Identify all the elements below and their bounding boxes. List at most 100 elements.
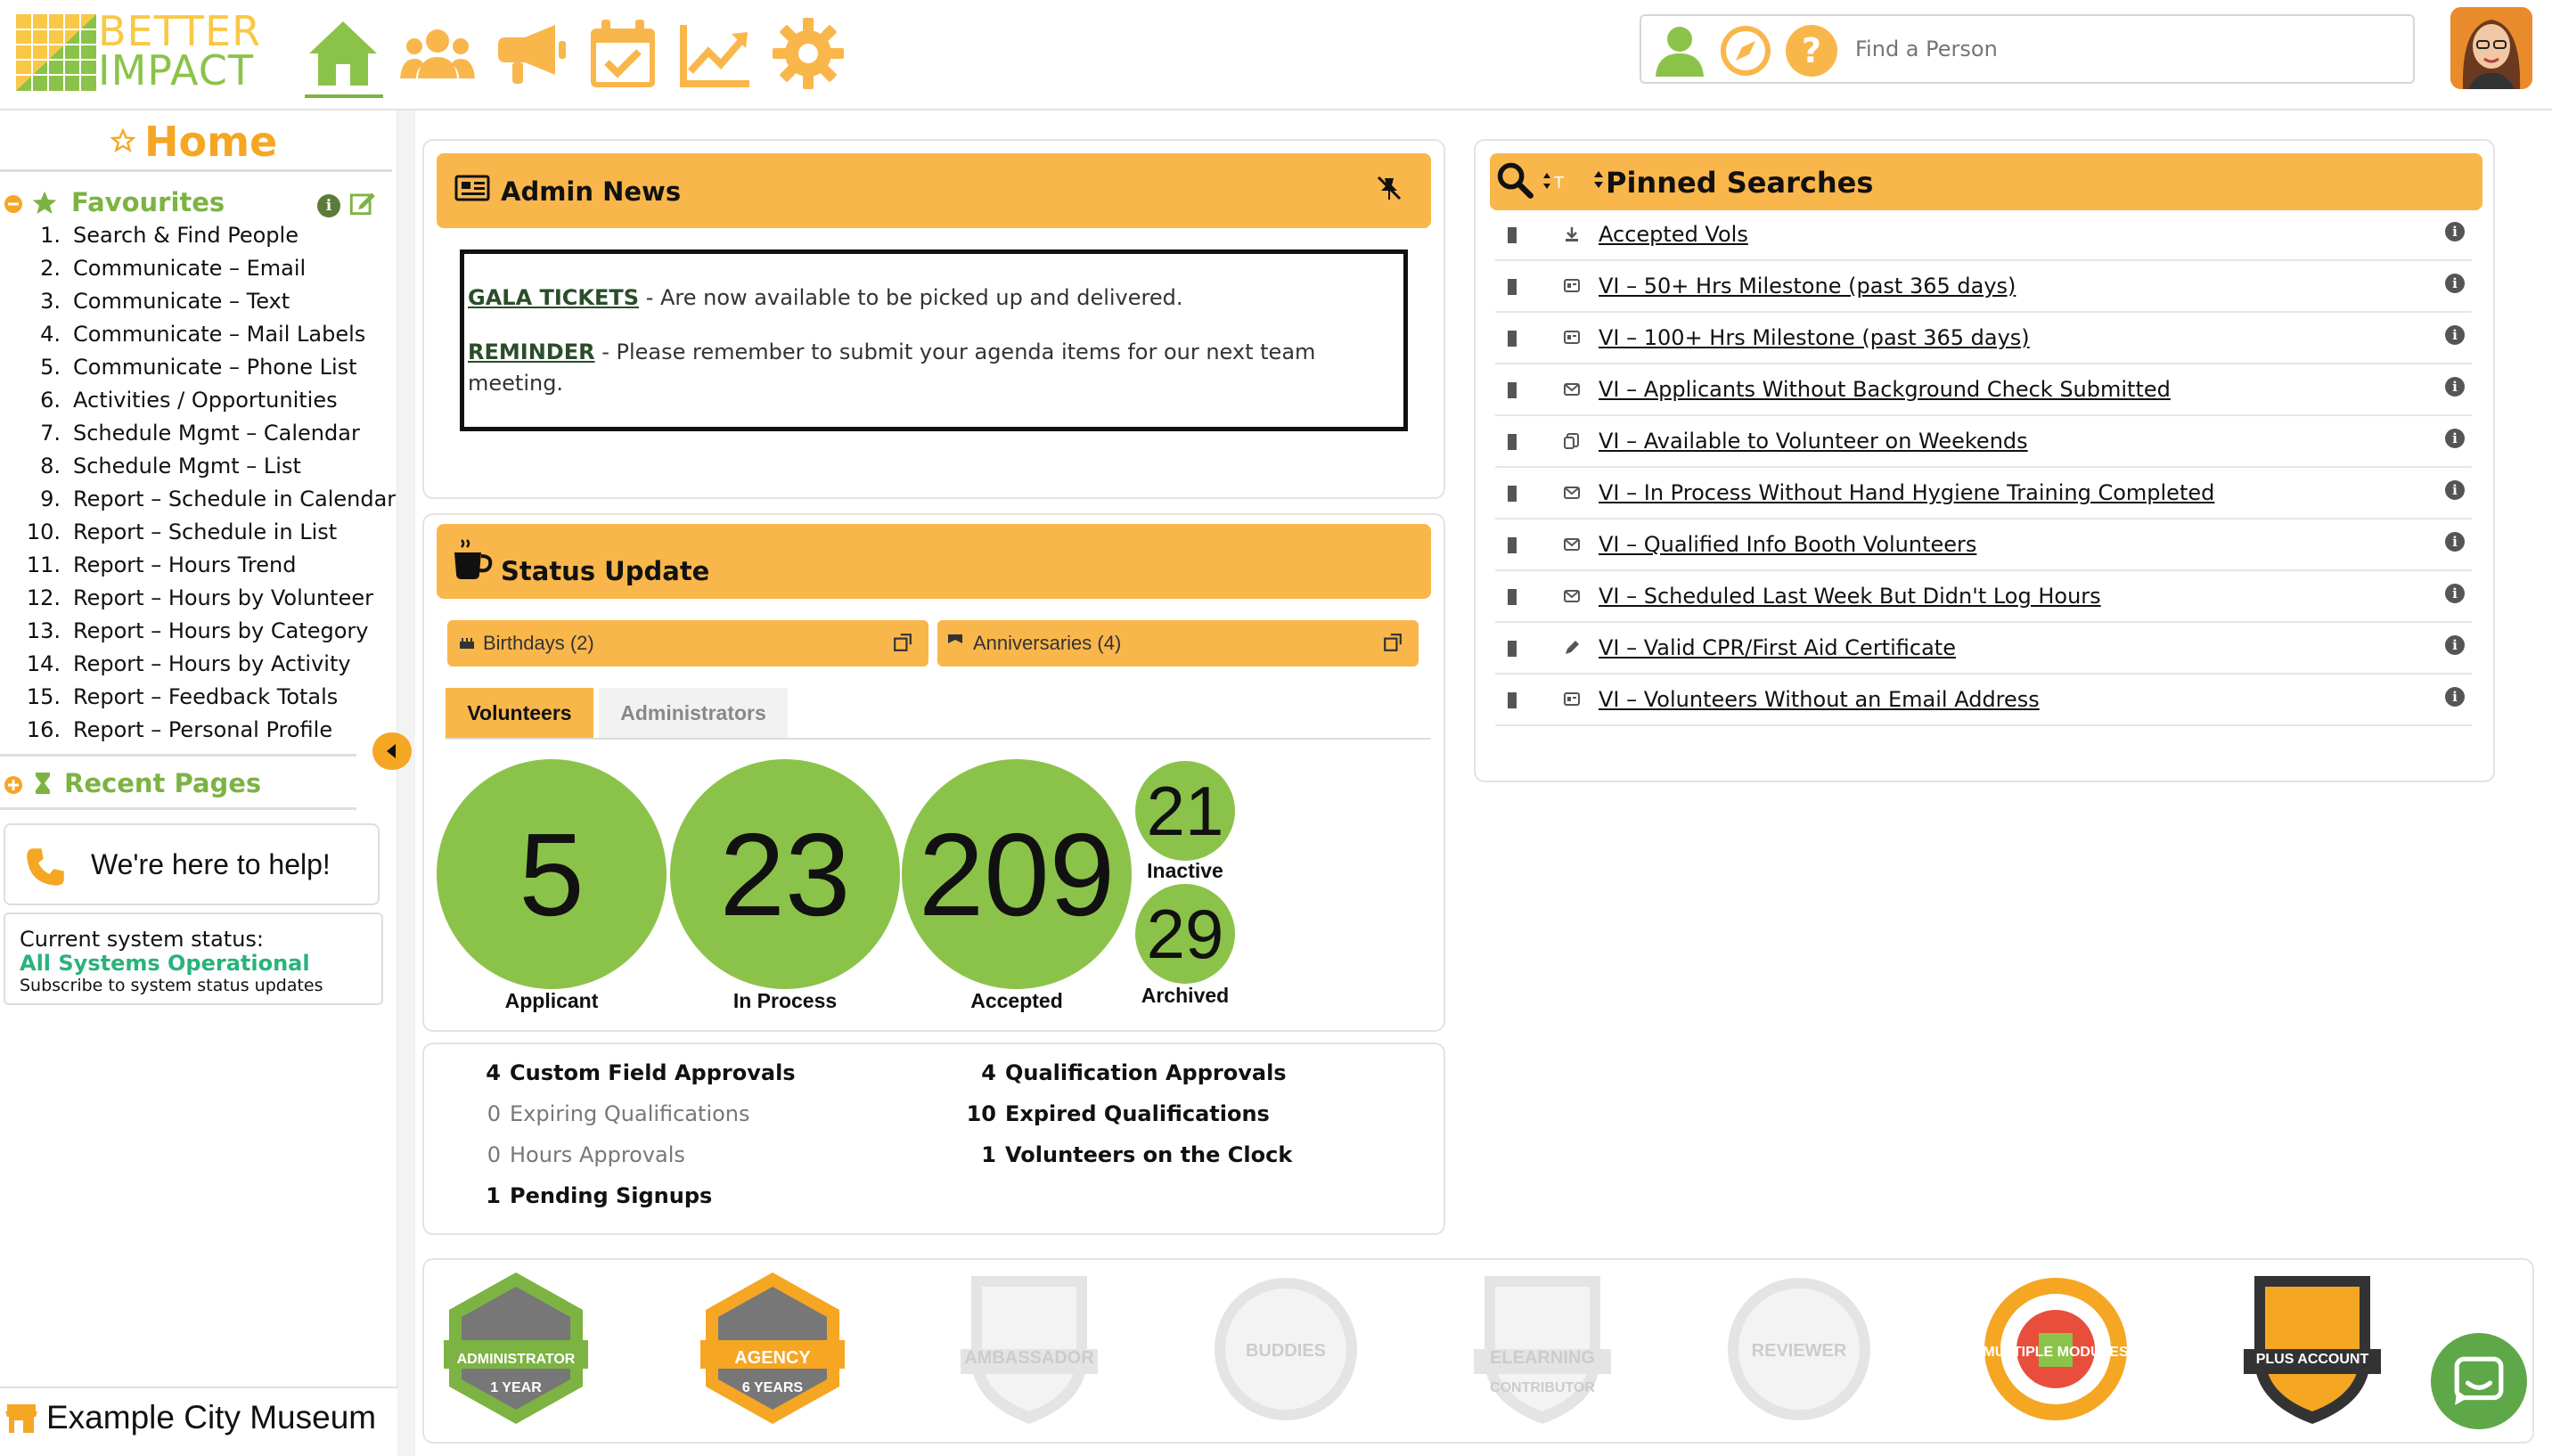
approval-item[interactable]: 0 Expiring Qualifications bbox=[472, 1101, 750, 1126]
drag-handle-icon[interactable] bbox=[1508, 537, 1517, 553]
favourite-label[interactable]: Activities / Opportunities bbox=[73, 388, 338, 413]
nav-settings[interactable] bbox=[768, 14, 848, 93]
favourites-header[interactable]: Favourites i bbox=[0, 182, 392, 226]
tab-administrators[interactable]: Administrators bbox=[599, 688, 788, 738]
favourite-label[interactable]: Communicate – Text bbox=[73, 289, 290, 314]
drag-handle-icon[interactable] bbox=[1508, 382, 1517, 398]
archived-count[interactable]: 29 bbox=[1135, 884, 1235, 984]
info-icon[interactable]: i bbox=[2445, 325, 2465, 345]
pinned-search-link[interactable]: VI – 50+ Hrs Milestone (past 365 days) bbox=[1599, 274, 2016, 299]
news-link[interactable]: REMINDER bbox=[468, 339, 595, 364]
favourite-item[interactable]: 1. Search & Find People bbox=[0, 223, 392, 255]
favourite-item[interactable]: 10. Report – Schedule in List bbox=[0, 519, 392, 552]
drag-handle-icon[interactable] bbox=[1508, 434, 1517, 450]
info-icon[interactable]: i bbox=[2445, 480, 2465, 500]
unpin-icon[interactable] bbox=[1376, 175, 1403, 201]
pinned-search-link[interactable]: VI – Available to Volunteer on Weekends bbox=[1599, 429, 2028, 454]
achievement-badge[interactable]: ADMINISTRATOR 1 YEAR bbox=[440, 1269, 592, 1427]
nav-communicate[interactable] bbox=[490, 14, 570, 93]
nav-people[interactable] bbox=[397, 14, 478, 93]
chat-button[interactable] bbox=[2431, 1333, 2527, 1429]
favourite-item[interactable]: 2. Communicate – Email bbox=[0, 256, 392, 288]
favourite-item[interactable]: 12. Report – Hours by Volunteer bbox=[0, 585, 392, 618]
avatar[interactable] bbox=[2450, 7, 2532, 89]
favourite-item[interactable]: 15. Report – Feedback Totals bbox=[0, 684, 392, 716]
sort-text-icon[interactable]: T bbox=[1543, 171, 1575, 192]
approval-item[interactable]: 1 Volunteers on the Clock bbox=[962, 1142, 1292, 1167]
favourite-label[interactable]: Communicate – Mail Labels bbox=[73, 322, 365, 347]
favourite-item[interactable]: 4. Communicate – Mail Labels bbox=[0, 322, 392, 354]
info-icon[interactable]: i bbox=[2445, 687, 2465, 707]
approval-item[interactable]: 0 Hours Approvals bbox=[472, 1142, 685, 1167]
pinned-search-link[interactable]: VI – In Process Without Hand Hygiene Tra… bbox=[1599, 480, 2214, 505]
info-icon[interactable]: i bbox=[2445, 532, 2465, 552]
favourite-label[interactable]: Report – Personal Profile bbox=[73, 717, 332, 742]
achievement-badge[interactable]: REVIEWER bbox=[1723, 1269, 1875, 1427]
nav-schedule[interactable] bbox=[583, 14, 663, 93]
info-icon[interactable]: i bbox=[2445, 222, 2465, 241]
pinned-search-link[interactable]: VI – Applicants Without Background Check… bbox=[1599, 377, 2171, 402]
help-contact-box[interactable]: We're here to help! bbox=[4, 823, 380, 905]
in-process-count[interactable]: 23 bbox=[670, 759, 900, 989]
collapse-minus-icon[interactable] bbox=[4, 194, 23, 214]
favourite-item[interactable]: 7. Schedule Mgmt – Calendar bbox=[0, 421, 392, 453]
achievement-badge[interactable]: MULTIPLE MODULES bbox=[1980, 1269, 2131, 1427]
favourite-label[interactable]: Report – Hours by Activity bbox=[73, 651, 351, 676]
sort-icon[interactable] bbox=[1593, 169, 1604, 191]
search-icon[interactable] bbox=[1495, 160, 1534, 200]
achievement-badge[interactable]: PLUS ACCOUNT bbox=[2237, 1269, 2388, 1427]
drag-handle-icon[interactable] bbox=[1508, 641, 1517, 657]
approval-item[interactable]: 1 Pending Signups bbox=[472, 1183, 712, 1208]
achievement-badge[interactable]: AGENCY 6 YEARS bbox=[697, 1269, 848, 1427]
pinned-search-link[interactable]: VI – Valid CPR/First Aid Certificate bbox=[1599, 635, 1956, 660]
drag-handle-icon[interactable] bbox=[1508, 589, 1517, 605]
favourite-label[interactable]: Report – Hours Trend bbox=[73, 552, 296, 577]
info-icon[interactable]: i bbox=[317, 194, 340, 217]
pinned-search-link[interactable]: VI – Volunteers Without an Email Address bbox=[1599, 687, 2040, 712]
tab-volunteers[interactable]: Volunteers bbox=[446, 688, 593, 738]
accepted-count[interactable]: 209 bbox=[902, 759, 1132, 989]
pinned-search-link[interactable]: VI – 100+ Hrs Milestone (past 365 days) bbox=[1599, 325, 2030, 350]
favourite-item[interactable]: 16. Report – Personal Profile bbox=[0, 717, 392, 749]
expand-plus-icon[interactable] bbox=[4, 775, 23, 795]
subscribe-link[interactable]: Subscribe to system status updates bbox=[20, 975, 367, 996]
info-icon[interactable]: i bbox=[2445, 274, 2465, 293]
favourite-label[interactable]: Communicate – Email bbox=[73, 256, 306, 281]
anniversaries-pill[interactable]: Anniversaries (4) bbox=[937, 620, 1419, 667]
person-icon[interactable] bbox=[1652, 23, 1707, 78]
edit-icon[interactable] bbox=[349, 189, 376, 216]
help-icon[interactable]: ? bbox=[1784, 23, 1839, 78]
logo[interactable]: BETTER IMPACT bbox=[16, 11, 289, 91]
drag-handle-icon[interactable] bbox=[1508, 692, 1517, 708]
approval-item[interactable]: 10 Expired Qualifications bbox=[962, 1101, 1270, 1126]
favourite-label[interactable]: Report – Hours by Volunteer bbox=[73, 585, 373, 610]
info-icon[interactable]: i bbox=[2445, 429, 2465, 448]
favourite-item[interactable]: 3. Communicate – Text bbox=[0, 289, 392, 321]
external-link-icon[interactable] bbox=[893, 633, 912, 652]
info-icon[interactable]: i bbox=[2445, 635, 2465, 655]
pinned-search-link[interactable]: Accepted Vols bbox=[1599, 222, 1748, 247]
nav-home[interactable] bbox=[303, 14, 383, 93]
favourite-item[interactable]: 14. Report – Hours by Activity bbox=[0, 651, 392, 683]
drag-handle-icon[interactable] bbox=[1508, 331, 1517, 347]
favourite-label[interactable]: Report – Feedback Totals bbox=[73, 684, 338, 709]
approval-item[interactable]: 4 Qualification Approvals bbox=[962, 1060, 1286, 1085]
favourite-label[interactable]: Search & Find People bbox=[73, 223, 299, 248]
favourite-label[interactable]: Schedule Mgmt – Calendar bbox=[73, 421, 360, 446]
news-link[interactable]: GALA TICKETS bbox=[468, 285, 639, 310]
achievement-badge[interactable]: BUDDIES bbox=[1210, 1269, 1362, 1427]
pinned-search-link[interactable]: VI – Scheduled Last Week But Didn't Log … bbox=[1599, 584, 2101, 609]
find-person-input[interactable] bbox=[1855, 29, 2390, 70]
achievement-badge[interactable]: ELEARNING CONTRIBUTOR bbox=[1467, 1269, 1618, 1427]
pinned-search-link[interactable]: VI – Qualified Info Booth Volunteers bbox=[1599, 532, 1976, 557]
drag-handle-icon[interactable] bbox=[1508, 486, 1517, 502]
favourite-item[interactable]: 5. Communicate – Phone List bbox=[0, 355, 392, 387]
inactive-count[interactable]: 21 bbox=[1135, 761, 1235, 861]
birthdays-pill[interactable]: Birthdays (2) bbox=[447, 620, 928, 667]
external-link-icon[interactable] bbox=[1383, 633, 1403, 652]
favourite-item[interactable]: 11. Report – Hours Trend bbox=[0, 552, 392, 585]
status-value[interactable]: All Systems Operational bbox=[20, 952, 367, 975]
favourite-label[interactable]: Report – Schedule in Calendar bbox=[73, 487, 396, 511]
info-icon[interactable]: i bbox=[2445, 377, 2465, 397]
favourite-item[interactable]: 9. Report – Schedule in Calendar bbox=[0, 487, 396, 519]
